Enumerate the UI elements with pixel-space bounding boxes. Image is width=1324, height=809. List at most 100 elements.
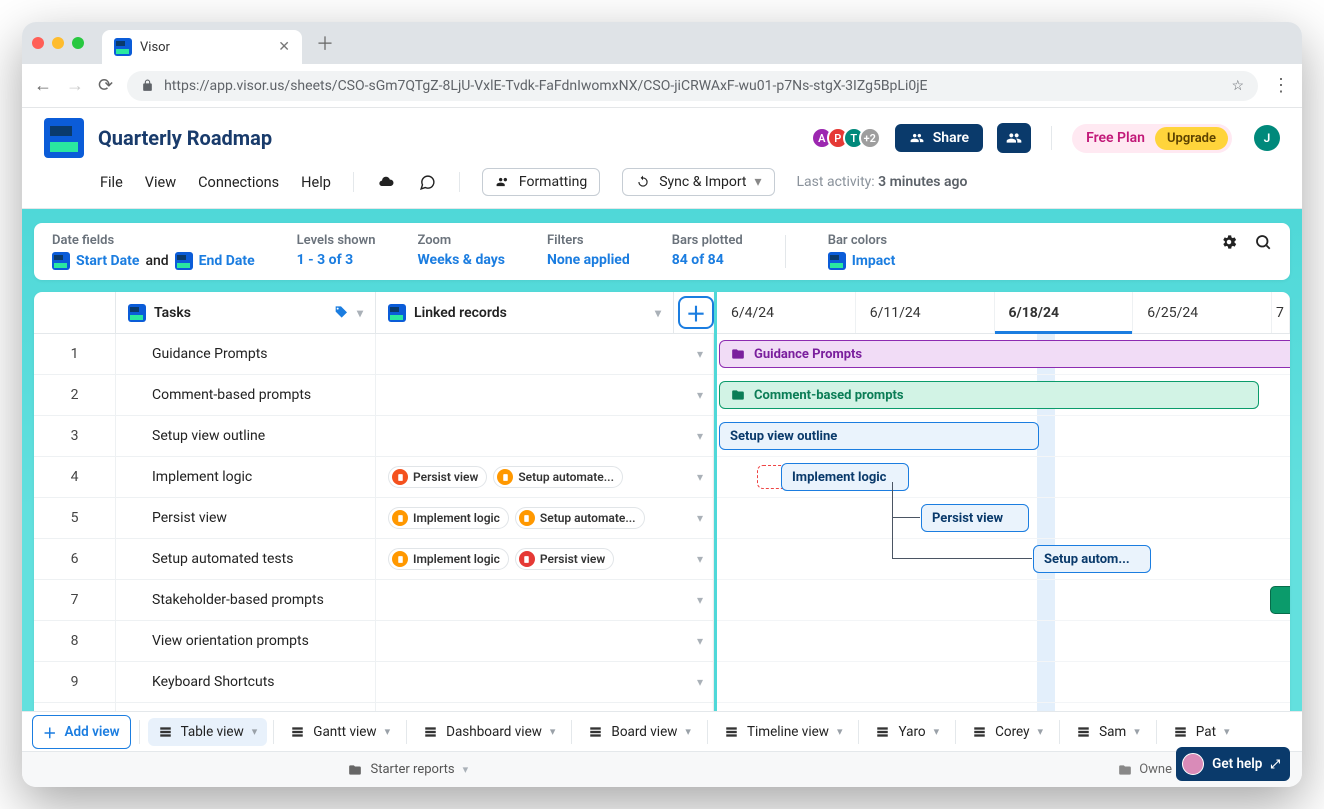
owner-dropdown[interactable]: Owne (1117, 762, 1172, 777)
browser-tab[interactable]: Visor ✕ (102, 30, 302, 64)
view-tab[interactable]: Gantt view▾ (280, 718, 400, 746)
linked-records-column-header[interactable]: Linked records ▾ (376, 292, 674, 333)
workbook-title[interactable]: Quarterly Roadmap (98, 126, 272, 150)
task-cell[interactable]: Keyboard Shortcuts (116, 662, 376, 702)
table-row[interactable]: 3Setup view outline▾ (34, 416, 714, 457)
tag-icon[interactable] (333, 305, 349, 321)
timeline-date[interactable]: 6/4/24 (717, 292, 856, 333)
chevron-down-icon[interactable]: ▾ (697, 470, 703, 484)
view-tab[interactable]: Yaro▾ (865, 718, 949, 746)
chevron-down-icon[interactable]: ▾ (1134, 725, 1140, 738)
chevron-down-icon[interactable]: ▾ (357, 306, 363, 320)
back-button[interactable]: ← (34, 75, 52, 96)
reload-button[interactable]: ⟳ (98, 75, 113, 96)
menu-file[interactable]: File (100, 174, 123, 191)
linked-record-chip[interactable]: Implement logic (388, 548, 509, 570)
chevron-down-icon[interactable]: ▾ (837, 725, 843, 738)
add-column-button[interactable]: ＋ (678, 296, 714, 329)
close-tab-icon[interactable]: ✕ (278, 39, 290, 55)
table-row[interactable]: 8View orientation prompts▾ (34, 621, 714, 662)
menu-help[interactable]: Help (301, 174, 331, 191)
config-zoom[interactable]: Zoom Weeks & days (417, 233, 505, 268)
gantt-bar-group[interactable]: Comment-based prompts (719, 381, 1259, 409)
view-tab[interactable]: Pat▾ (1163, 718, 1240, 746)
chevron-down-icon[interactable]: ▾ (1038, 725, 1044, 738)
timeline-date[interactable]: 6/11/24 (856, 292, 995, 333)
view-tab[interactable]: Dashboard view▾ (413, 718, 565, 746)
table-row[interactable]: 2Comment-based prompts▾ (34, 375, 714, 416)
linked-records-cell[interactable]: Implement logicSetup automate...▾ (376, 498, 714, 538)
gantt-body[interactable]: Guidance Prompts Comment-based prompts S… (717, 334, 1290, 730)
chevron-down-icon[interactable]: ▾ (385, 725, 391, 738)
task-cell[interactable]: Guidance Prompts (116, 334, 376, 374)
user-avatar[interactable]: J (1254, 125, 1280, 151)
menu-view[interactable]: View (145, 174, 176, 191)
timeline-date[interactable]: 6/18/24 (995, 292, 1134, 333)
task-cell[interactable]: Setup view outline (116, 416, 376, 456)
timeline-date[interactable]: 7 (1272, 292, 1290, 333)
chevron-down-icon[interactable]: ▾ (550, 725, 556, 738)
new-tab-button[interactable]: ＋ (310, 30, 340, 56)
task-cell[interactable]: Comment-based prompts (116, 375, 376, 415)
chevron-down-icon[interactable]: ▾ (697, 388, 703, 402)
starter-reports-dropdown[interactable]: Starter reports ▾ (347, 762, 469, 777)
table-row[interactable]: 1Guidance Prompts▾ (34, 334, 714, 375)
task-cell[interactable]: Persist view (116, 498, 376, 538)
task-cell[interactable]: Stakeholder-based prompts (116, 580, 376, 620)
close-window-icon[interactable] (32, 37, 44, 49)
chevron-down-icon[interactable]: ▾ (697, 347, 703, 361)
tasks-column-header[interactable]: Tasks ▾ (116, 292, 376, 333)
chevron-down-icon[interactable]: ▾ (697, 675, 703, 689)
view-tab[interactable]: Table view▾ (148, 718, 268, 746)
menu-connections[interactable]: Connections (198, 174, 279, 191)
task-cell[interactable]: Implement logic (116, 457, 376, 497)
gantt-bar-task[interactable]: Implement logic (781, 463, 909, 491)
linked-records-cell[interactable]: ▾ (376, 375, 714, 415)
view-tab[interactable]: Timeline view▾ (714, 718, 853, 746)
linked-records-cell[interactable]: ▾ (376, 334, 714, 374)
task-cell[interactable]: Setup automated tests (116, 539, 376, 579)
task-cell[interactable]: View orientation prompts (116, 621, 376, 661)
linked-records-cell[interactable]: ▾ (376, 416, 714, 456)
chevron-down-icon[interactable]: ▾ (697, 634, 703, 648)
add-view-button[interactable]: ＋ Add view (32, 715, 131, 749)
plan-pill[interactable]: Free Plan Upgrade (1072, 124, 1232, 153)
gantt-bar-task[interactable]: Setup view outline (719, 422, 1039, 450)
share-button[interactable]: Share (895, 124, 983, 152)
address-bar[interactable]: https://app.visor.us/sheets/CSO-sGm7QTgZ… (127, 71, 1258, 101)
search-icon[interactable] (1254, 233, 1272, 251)
linked-record-chip[interactable]: Persist view (515, 548, 614, 570)
presence-avatars[interactable]: A P T +2 (817, 127, 881, 149)
linked-records-cell[interactable]: Implement logicPersist view▾ (376, 539, 714, 579)
maximize-window-icon[interactable] (72, 37, 84, 49)
table-row[interactable]: 6Setup automated testsImplement logicPer… (34, 539, 714, 580)
chevron-down-icon[interactable]: ▾ (655, 306, 661, 320)
table-row[interactable]: 4Implement logicPersist viewSetup automa… (34, 457, 714, 498)
browser-menu-icon[interactable]: ⋮ (1272, 75, 1290, 96)
settings-icon[interactable] (1220, 233, 1238, 251)
chevron-down-icon[interactable]: ▾ (1224, 725, 1230, 738)
comments-icon[interactable] (418, 174, 437, 191)
table-row[interactable]: 7Stakeholder-based prompts▾ (34, 580, 714, 621)
gantt-timeline-header[interactable]: 6/4/24 6/11/24 6/18/24 6/25/24 7 (717, 292, 1290, 334)
gantt-bar-task[interactable]: Setup autom... (1033, 545, 1151, 573)
chevron-down-icon[interactable]: ▾ (697, 429, 703, 443)
chevron-down-icon[interactable]: ▾ (934, 725, 940, 738)
people-button[interactable] (997, 123, 1031, 153)
linked-records-cell[interactable]: Persist viewSetup automate...▾ (376, 457, 714, 497)
view-tab[interactable]: Sam▾ (1066, 718, 1150, 746)
linked-record-chip[interactable]: Persist view (388, 466, 487, 488)
forward-button[interactable]: → (66, 75, 84, 96)
linked-record-chip[interactable]: Implement logic (388, 507, 509, 529)
view-tab[interactable]: Corey▾ (962, 718, 1053, 746)
minimize-window-icon[interactable] (52, 37, 64, 49)
config-levels[interactable]: Levels shown 1 - 3 of 3 (297, 233, 376, 268)
linked-records-cell[interactable]: ▾ (376, 662, 714, 702)
gantt-bar-peek[interactable] (1270, 586, 1290, 614)
chevron-down-icon[interactable]: ▾ (685, 725, 691, 738)
view-tab[interactable]: Board view▾ (578, 718, 701, 746)
table-row[interactable]: 9Keyboard Shortcuts▾ (34, 662, 714, 703)
avatar-overflow[interactable]: +2 (859, 127, 881, 149)
upgrade-button[interactable]: Upgrade (1155, 127, 1228, 150)
table-row[interactable]: 5Persist viewImplement logicSetup automa… (34, 498, 714, 539)
